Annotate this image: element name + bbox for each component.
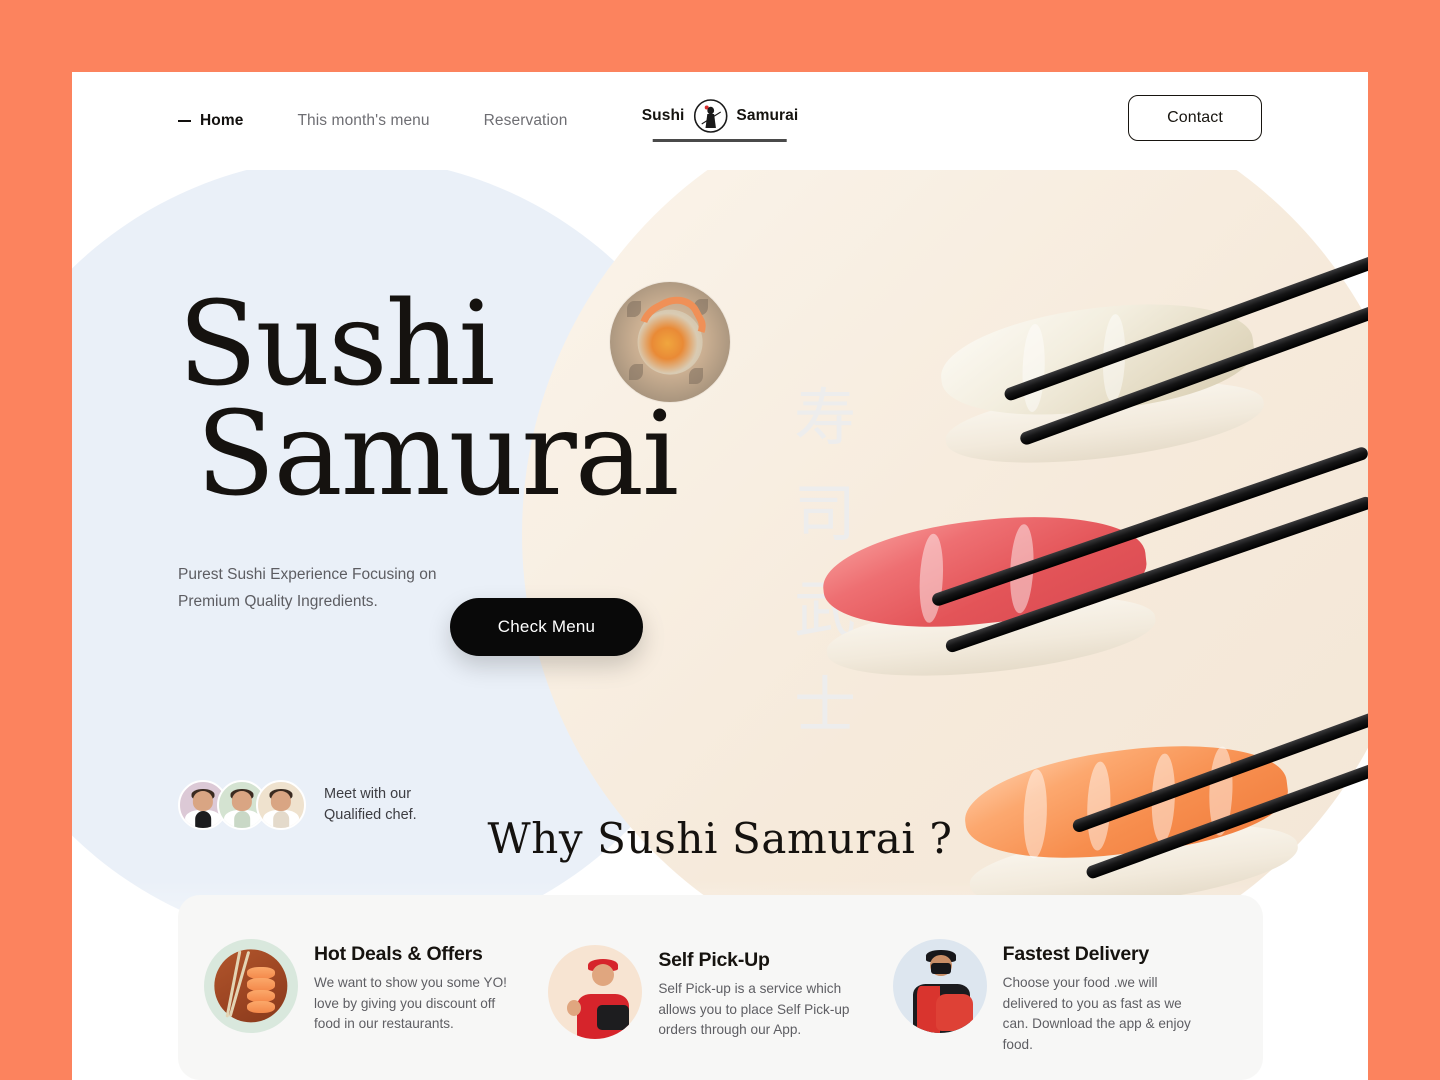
delivery-courier-icon: [892, 939, 987, 1033]
feature-cards-container: Hot Deals & Offers We want to show you s…: [178, 895, 1263, 1080]
feature-card-title: Self Pick-Up: [658, 949, 770, 971]
hero-section: 寿 司 武 士 Sushi Samurai Purest Sushi Exper…: [72, 170, 1368, 922]
hero-title: Sushi Samurai: [178, 282, 798, 523]
contact-button[interactable]: Contact: [1128, 95, 1262, 141]
feature-card-description: Choose your food .we will delivered to y…: [1002, 975, 1191, 1052]
nav-item-reservation[interactable]: Reservation: [484, 112, 568, 130]
feature-card-self-pickup[interactable]: Self Pick-Up Self Pick-up is a service w…: [548, 937, 892, 1041]
feature-card-title: Hot Deals & Offers: [314, 943, 483, 965]
why-section-title: Why Sushi Samurai ?: [487, 814, 953, 863]
nav-item-home-label: Home: [200, 112, 244, 129]
hero-content: Sushi Samurai Purest Sushi Experience Fo…: [178, 282, 798, 616]
hero-sushi-illustration: [812, 190, 1368, 922]
site-logo[interactable]: Sushi Samurai: [642, 99, 799, 142]
hero-tagline: Purest Sushi Experience Focusing on Prem…: [178, 566, 437, 611]
nav-item-home[interactable]: Home: [178, 112, 243, 130]
nav-item-this-months-menu[interactable]: This month's menu: [297, 112, 429, 130]
feature-card-hot-deals[interactable]: Hot Deals & Offers We want to show you s…: [204, 937, 548, 1035]
pickup-person-icon: [548, 945, 643, 1039]
site-header: Home This month's menu Reservation Sushi: [72, 72, 1368, 170]
feature-card-title: Fastest Delivery: [1002, 943, 1150, 965]
page-frame: Home This month's menu Reservation Sushi: [72, 72, 1368, 1080]
logo-word-left: Sushi: [641, 107, 685, 124]
logo-underline: [652, 139, 787, 142]
hero-title-line-2: Samurai: [196, 387, 679, 523]
feature-card-description: We want to show you some YO! love by giv…: [314, 975, 507, 1032]
check-menu-button[interactable]: Check Menu: [450, 598, 643, 656]
salmon-sushi-board-icon: [204, 939, 298, 1033]
samurai-emblem-icon: [693, 99, 728, 133]
active-dash-icon: [178, 120, 191, 122]
sushi-bowl-photo: [610, 282, 730, 402]
chefs-caption-line-1: Meet with our: [324, 786, 412, 803]
main-navigation: Home This month's menu Reservation: [178, 112, 567, 130]
feature-card-description: Self Pick-up is a service which allows y…: [658, 981, 850, 1038]
logo-word-right: Samurai: [736, 107, 799, 124]
feature-card-fastest-delivery[interactable]: Fastest Delivery Choose your food .we wi…: [892, 937, 1237, 1056]
